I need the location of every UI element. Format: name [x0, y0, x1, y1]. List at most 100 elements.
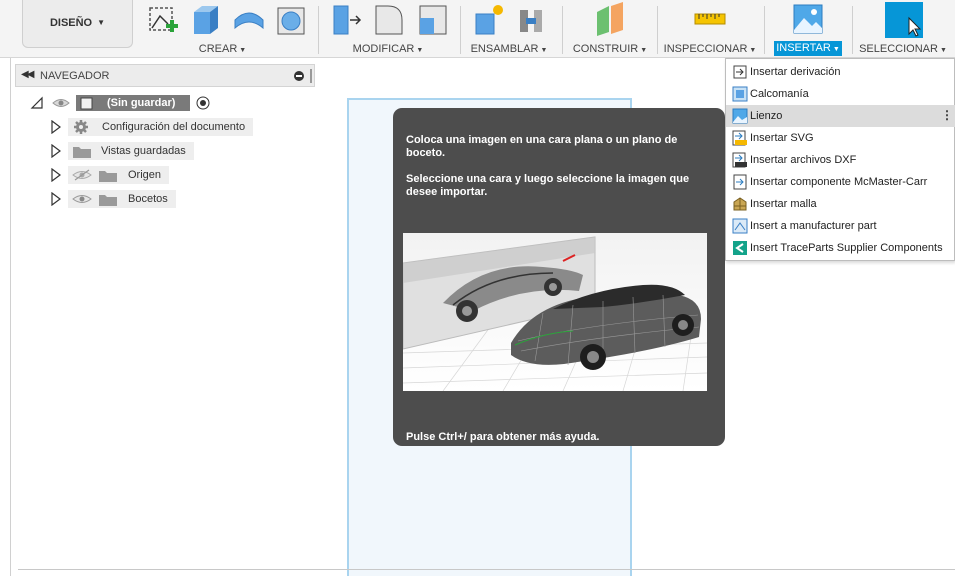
manufacturer-part-icon [732, 218, 748, 234]
toolbar-group-label[interactable]: CREAR ▼ [140, 43, 305, 55]
new-component-icon[interactable] [472, 2, 506, 38]
menu-item-label: Insert a manufacturer part [750, 220, 877, 232]
scale-icon[interactable] [416, 2, 450, 38]
activate-radio-icon[interactable] [196, 96, 210, 110]
extrude-icon[interactable] [188, 2, 222, 38]
viewport-edge [10, 58, 11, 576]
svg-icon [732, 130, 747, 146]
tree-item-saved-views[interactable]: Vistas guardadas [50, 141, 194, 161]
tooltip-help: Pulse Ctrl+/ para obtener más ayuda. [406, 431, 600, 443]
menu-item-label: Insertar SVG [750, 132, 814, 144]
menu-item-insert-traceparts[interactable]: Insert TraceParts Supplier Components [726, 237, 955, 259]
toolbar-group-label[interactable]: SELECCIONAR ▼ [855, 43, 951, 55]
menu-item-decal[interactable]: Calcomanía [726, 83, 955, 105]
create-sketch-icon[interactable] [146, 2, 180, 38]
toolbar-group-create[interactable]: CREAR ▼ [140, 0, 305, 58]
menu-item-insert-svg[interactable]: Insertar SVG [726, 127, 955, 149]
shell-icon[interactable] [274, 2, 308, 38]
toolbar-divider [318, 6, 319, 54]
toolbar-divider [852, 6, 853, 54]
offset-plane-icon[interactable] [593, 2, 627, 38]
tree-item-label-box[interactable]: Configuración del documento [68, 118, 254, 136]
eye-icon[interactable] [52, 96, 70, 110]
toolbar-group-assemble[interactable]: ENSAMBLAR ▼ [464, 0, 554, 58]
toolbar-group-inspect[interactable]: INSPECCIONAR ▼ [660, 0, 760, 58]
mesh-icon [733, 197, 747, 211]
decal-icon [732, 86, 748, 102]
tree-item-label-box[interactable]: Origen [68, 166, 170, 184]
tree-item-label: Vistas guardadas [101, 145, 186, 157]
toolbar-divider [764, 6, 765, 54]
tree-item-sketches[interactable]: Bocetos [50, 189, 176, 209]
menu-item-insert-derive[interactable]: Insertar derivación [726, 61, 955, 83]
tree-item-origin[interactable]: Origen [50, 165, 170, 185]
expand-triangle-icon[interactable] [50, 144, 62, 158]
collapse-triangle-icon[interactable] [30, 96, 44, 110]
toolbar-group-construct[interactable]: CONSTRUIR ▼ [566, 0, 654, 58]
canvas-icon [732, 108, 748, 124]
mcmaster-icon [733, 174, 747, 190]
toolbar-group-label-active[interactable]: INSERTAR ▼ [774, 41, 842, 56]
insert-image-icon[interactable] [791, 2, 825, 38]
tree-item-label-box[interactable]: Vistas guardadas [68, 142, 194, 160]
expand-triangle-icon[interactable] [50, 168, 62, 182]
tree-item-label: Origen [128, 169, 162, 181]
minimize-icon[interactable] [294, 71, 304, 81]
toolbar: DISEÑO ▼ CREAR ▼ MODIFICAR ▼ ENSAMBLAR ▼… [0, 0, 955, 58]
press-pull-icon[interactable] [328, 2, 362, 38]
root-label-text: (Sin guardar) [107, 97, 176, 109]
root-component-label[interactable]: (Sin guardar) [76, 95, 190, 111]
measure-icon[interactable] [693, 2, 727, 38]
menu-item-insert-mesh[interactable]: Insertar malla [726, 193, 955, 215]
toolbar-group-label[interactable]: ENSAMBLAR ▼ [464, 43, 554, 55]
navigator-title: NAVEGADOR [40, 70, 110, 82]
menu-item-label: Insertar malla [750, 198, 817, 210]
traceparts-icon [733, 241, 747, 255]
tree-item-document-settings[interactable]: Configuración del documento [50, 117, 254, 137]
menu-item-insert-dxf[interactable]: Insertar archivos DXF [726, 149, 955, 171]
menu-item-insert-manufacturer-part[interactable]: Insert a manufacturer part [726, 215, 955, 237]
toolbar-group-label[interactable]: MODIFICAR ▼ [322, 43, 454, 55]
menu-item-label: Insert TraceParts Supplier Components [750, 242, 943, 254]
menu-item-label: Calcomanía [750, 88, 809, 100]
folder-icon [99, 171, 117, 182]
tooltip-paragraph-1: Coloca una imagen en una cara plana o un… [406, 134, 678, 159]
select-icon[interactable] [885, 2, 923, 38]
expand-triangle-icon[interactable] [50, 192, 62, 206]
joint-icon[interactable] [514, 2, 548, 38]
menu-item-label: Insertar archivos DXF [750, 154, 857, 166]
tree-root-row[interactable]: (Sin guardar) [30, 93, 210, 113]
tree-item-label-box[interactable]: Bocetos [68, 190, 176, 208]
document-icon [80, 97, 93, 110]
eye-icon[interactable] [72, 192, 92, 206]
menu-item-label: Lienzo [750, 110, 783, 122]
tooltip-paragraph-2: Seleccione una cara y luego seleccione l… [406, 173, 690, 198]
canvas-tooltip: Coloca una imagen en una cara plana o un… [393, 108, 725, 446]
tree-item-label: Bocetos [128, 193, 168, 205]
toolbar-group-label[interactable]: CONSTRUIR ▼ [566, 43, 654, 55]
more-options-icon[interactable]: ⋮ [941, 108, 953, 122]
toolbar-group-select[interactable]: SELECCIONAR ▼ [855, 0, 951, 58]
menu-item-canvas[interactable]: Lienzo ⋮ [726, 105, 955, 127]
tooltip-illustration [403, 233, 707, 391]
toolbar-group-modify[interactable]: MODIFICAR ▼ [322, 0, 454, 58]
folder-icon [73, 147, 91, 158]
ground-grid-line [18, 569, 955, 570]
toolbar-group-label[interactable]: INSPECCIONAR ▼ [660, 43, 760, 55]
menu-item-label: Insertar componente McMaster-Carr [750, 176, 928, 188]
tree-item-label: Configuración del documento [102, 121, 246, 133]
fusion-window: DISEÑO ▼ CREAR ▼ MODIFICAR ▼ ENSAMBLAR ▼… [0, 0, 955, 576]
chevron-down-icon: ▼ [97, 18, 106, 27]
workspace-switcher[interactable]: DISEÑO ▼ [22, 0, 133, 48]
toolbar-group-insert[interactable]: INSERTAR ▼ [766, 0, 850, 58]
eye-hidden-icon[interactable] [72, 168, 92, 182]
derive-icon [733, 65, 747, 79]
menu-item-insert-mcmaster[interactable]: Insertar componente McMaster-Carr [726, 171, 955, 193]
fillet-icon[interactable] [372, 2, 406, 38]
gear-icon [74, 120, 88, 134]
panel-grip[interactable] [310, 69, 312, 83]
expand-triangle-icon[interactable] [50, 120, 62, 134]
collapse-panel-icon[interactable]: ◀◀ [21, 69, 34, 80]
navigator-header[interactable]: ◀◀ NAVEGADOR [15, 64, 315, 87]
sweep-icon[interactable] [232, 2, 266, 38]
